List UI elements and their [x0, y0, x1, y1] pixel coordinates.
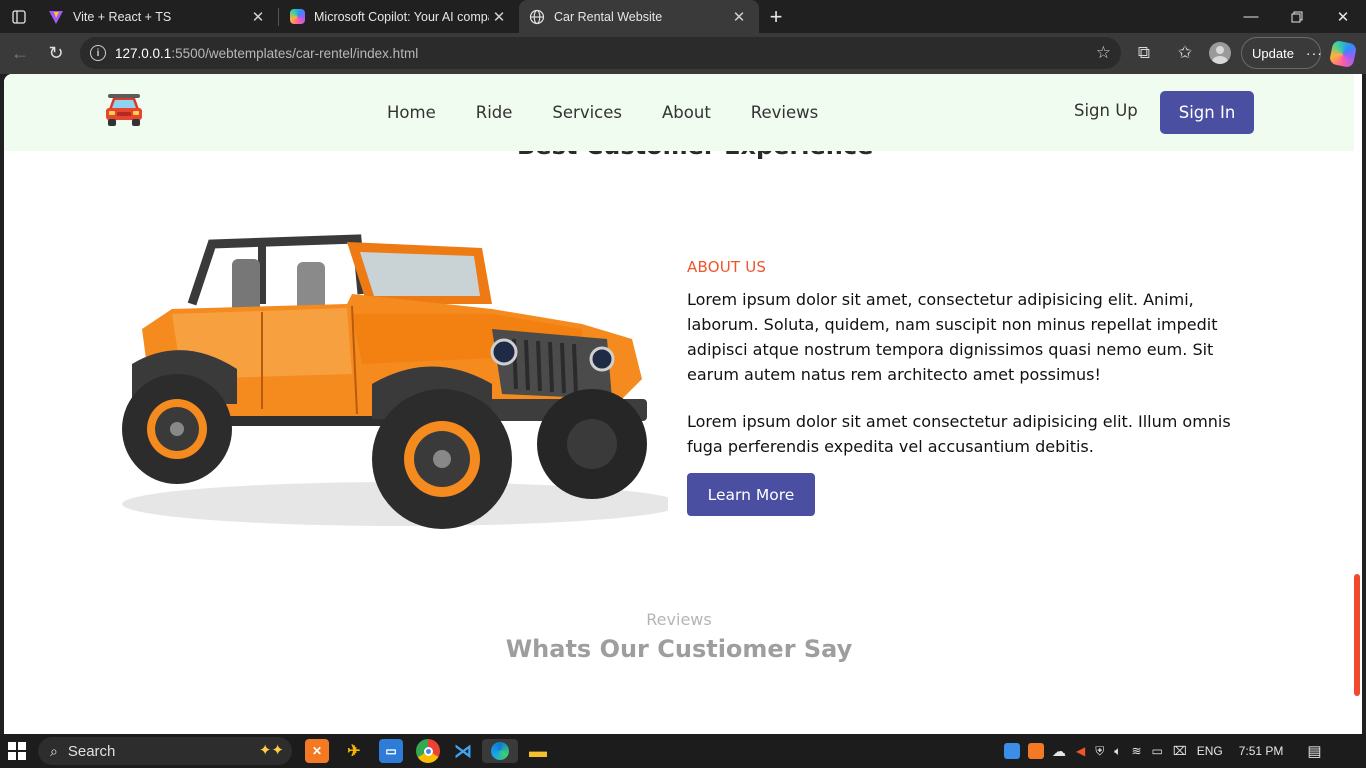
nav-link-services[interactable]: Services — [552, 103, 622, 122]
reviews-kicker: Reviews — [646, 610, 712, 629]
browser-toolbar: ← ↻ i 127.0.0.1:5500/webtemplates/car-re… — [0, 33, 1366, 74]
file-explorer-icon[interactable]: ▬ — [526, 739, 550, 763]
edge-icon[interactable] — [482, 739, 518, 763]
search-label: Search — [67, 742, 116, 760]
about-paragraph: Lorem ipsum dolor sit amet, consectetur … — [687, 290, 1218, 384]
windows-start-icon[interactable] — [8, 742, 26, 760]
close-icon[interactable]: ✕ — [248, 8, 268, 26]
copilot-icon — [289, 9, 305, 25]
vite-icon — [48, 9, 64, 25]
minimize-button[interactable]: — — [1228, 0, 1274, 33]
about-label: ABOUT US — [687, 258, 767, 276]
shield-icon[interactable]: ⛨ — [1095, 744, 1104, 759]
nav-link-reviews[interactable]: Reviews — [751, 103, 818, 122]
restore-button[interactable] — [1274, 0, 1320, 33]
restore-icon — [1291, 11, 1303, 22]
profile-avatar[interactable] — [1209, 42, 1231, 64]
volume-icon[interactable]: 🔈︎ — [1114, 744, 1121, 759]
close-icon[interactable]: ✕ — [729, 8, 749, 26]
more-options-icon: ··· — [1305, 45, 1323, 61]
tab-actions-button[interactable] — [0, 0, 38, 33]
browser-tab-vite[interactable]: Vite + React + TS ✕ — [38, 0, 278, 33]
tray-app-icon[interactable] — [1004, 743, 1020, 759]
puzzle-icon: ⧉ — [1137, 43, 1151, 62]
new-tab-button[interactable]: + — [759, 0, 793, 33]
globe-icon — [529, 9, 545, 25]
address-bar[interactable]: i 127.0.0.1:5500/webtemplates/car-rentel… — [80, 37, 1121, 69]
wifi-icon[interactable]: ≋ — [1131, 744, 1141, 758]
jeep-image — [122, 234, 668, 529]
car-logo-icon[interactable] — [104, 92, 144, 128]
tab-title: Vite + React + TS — [73, 9, 172, 24]
favorites-icon: ✩ — [1177, 43, 1193, 62]
windows-taskbar: ⌕ Search ✦✦ ✕ ✈ ▭ ⋊ ▬ ☁ ◀ ⛨ 🔈︎ ≋ ▭ ⌧ ENG… — [0, 734, 1366, 768]
about-paragraph: Lorem ipsum dolor sit amet consectetur a… — [687, 412, 1231, 456]
close-icon: ✕ — [1336, 8, 1350, 26]
page-scrollbar[interactable] — [1354, 574, 1360, 696]
system-tray: ☁ ◀ ⛨ 🔈︎ ≋ ▭ ⌧ ENG 7:51 PM ▤ — [1004, 734, 1322, 768]
tab-title: Car Rental Website — [554, 9, 663, 24]
sign-up-link[interactable]: Sign Up — [1074, 101, 1138, 120]
site-info-icon[interactable]: i — [90, 45, 106, 61]
clock[interactable]: 7:51 PM — [1239, 744, 1284, 758]
reload-button[interactable]: ↻ — [38, 35, 74, 71]
tab-actions-icon — [12, 9, 26, 24]
plus-icon: + — [769, 3, 783, 29]
arrow-left-icon: ← — [11, 42, 29, 63]
xampp-tray-icon[interactable] — [1028, 743, 1044, 759]
search-icon: ⌕ — [50, 742, 58, 759]
taskbar-search[interactable]: ⌕ Search ✦✦ — [38, 737, 292, 765]
sparkle-icon: ✦✦ — [258, 742, 284, 759]
close-window-button[interactable]: ✕ — [1320, 0, 1366, 33]
display-app-icon[interactable]: ▭ — [379, 739, 403, 763]
plane-app-icon[interactable]: ✈ — [342, 739, 366, 763]
vscode-icon[interactable]: ⋊ — [451, 739, 475, 763]
url-host: 127.0.0.1 — [115, 45, 172, 61]
browser-tab-car-rental[interactable]: Car Rental Website ✕ — [519, 0, 759, 33]
battery-icon[interactable]: ▭ — [1152, 744, 1163, 758]
notifications-icon[interactable]: ▤ — [1307, 742, 1321, 760]
nav-link-about[interactable]: About — [662, 103, 711, 122]
nav-link-ride[interactable]: Ride — [476, 103, 513, 122]
favorite-star-icon[interactable]: ☆ — [1096, 43, 1111, 63]
site-navbar: Home Ride Services About Reviews Sign Up… — [4, 74, 1354, 151]
browser-tab-copilot[interactable]: Microsoft Copilot: Your AI compa ✕ — [279, 0, 519, 33]
url-path: :5500/webtemplates/car-rentel/index.html — [171, 45, 419, 61]
network-icon[interactable]: ⌧ — [1173, 744, 1187, 758]
speaker-muted-icon[interactable]: ◀ — [1076, 744, 1085, 758]
cloud-icon[interactable]: ☁ — [1052, 743, 1066, 760]
tab-title: Microsoft Copilot: Your AI compa — [314, 9, 489, 24]
learn-more-button[interactable]: Learn More — [687, 473, 815, 516]
update-button[interactable]: Update ··· — [1241, 37, 1323, 69]
browser-tab-strip: Vite + React + TS ✕ Microsoft Copilot: Y… — [0, 0, 1366, 33]
copilot-icon[interactable] — [1328, 39, 1358, 69]
main-nav: Home Ride Services About Reviews — [387, 74, 858, 151]
favorites-button[interactable]: ✩ — [1169, 37, 1201, 69]
extensions-button[interactable]: ⧉ — [1128, 37, 1160, 69]
close-icon[interactable]: ✕ — [489, 8, 509, 26]
reload-icon: ↻ — [48, 42, 64, 63]
nav-link-home[interactable]: Home — [387, 103, 436, 122]
update-label: Update — [1252, 45, 1294, 61]
reviews-title: Whats Our Custiomer Say — [505, 635, 853, 663]
back-button[interactable]: ← — [2, 35, 38, 71]
xampp-icon[interactable]: ✕ — [305, 739, 329, 763]
chrome-icon[interactable] — [416, 739, 440, 763]
page-viewport: Best Customer Experience Home Ride Servi… — [4, 74, 1362, 734]
minimize-icon: — — [1243, 8, 1259, 25]
language-indicator[interactable]: ENG — [1197, 744, 1223, 758]
sign-in-button[interactable]: Sign In — [1160, 91, 1254, 134]
